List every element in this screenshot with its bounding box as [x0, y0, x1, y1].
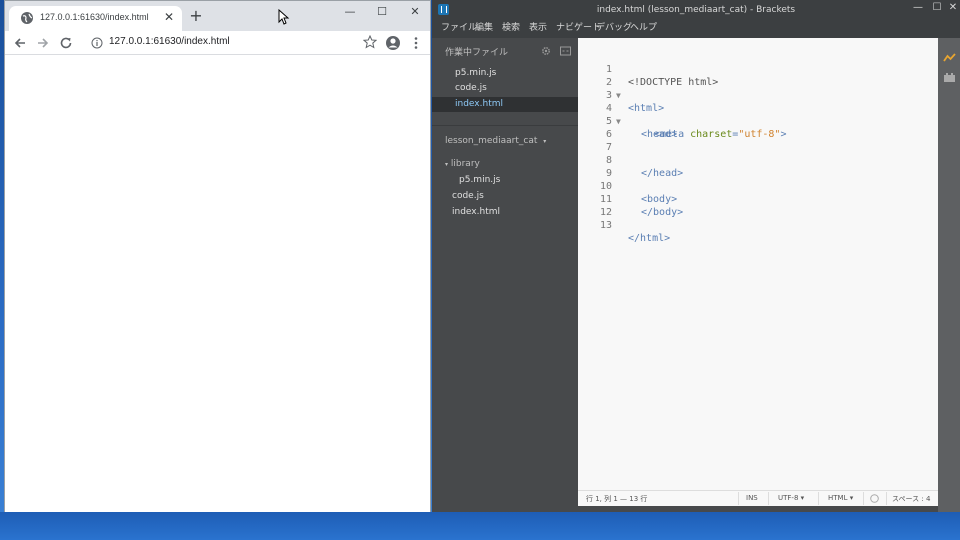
working-file-item[interactable]: p5.min.js	[432, 66, 578, 81]
tree-file-item[interactable]: index.html	[452, 207, 500, 217]
code-line: 4 ▼ <head>	[578, 89, 938, 140]
url-text: 127.0.0.1:61630/index.html	[109, 36, 230, 47]
folder-label: library	[450, 159, 480, 169]
maximize-button[interactable]: ☐	[367, 3, 397, 21]
tree-file-item[interactable]: code.js	[452, 191, 484, 201]
code-line: 1 <!DOCTYPE html>	[578, 50, 938, 88]
browser-page-content[interactable]	[5, 56, 430, 512]
working-file-item-active[interactable]: index.html	[432, 97, 578, 112]
info-icon[interactable]	[91, 37, 103, 49]
status-divider	[863, 492, 864, 505]
sidebar-divider	[432, 125, 578, 126]
browser-toolbar: 127.0.0.1:61630/index.html	[5, 31, 430, 55]
back-arrow-icon[interactable]	[12, 35, 28, 51]
status-divider	[738, 492, 739, 505]
split-view-icon[interactable]	[560, 46, 571, 56]
browser-window: 127.0.0.1:61630/index.html ✕ + — ☐ ✕ 127…	[4, 0, 431, 512]
language-label: HTML	[828, 494, 848, 502]
code-text: </html>	[628, 233, 671, 244]
minimize-button[interactable]: —	[335, 3, 365, 21]
menu-bar: ファイル 編集 検索 表示 ナビゲート デバッグ ヘルプ	[432, 19, 960, 35]
language-dropdown[interactable]: HTML ▾	[828, 494, 853, 502]
chevron-down-icon: ▾	[800, 494, 805, 502]
working-file-item[interactable]: code.js	[432, 81, 578, 96]
status-divider	[886, 492, 887, 505]
chevron-down-icon: ▾	[445, 161, 449, 168]
reload-icon[interactable]	[58, 35, 74, 51]
code-line: 3	[578, 76, 938, 101]
menu-find[interactable]: 検索	[502, 20, 520, 33]
tree-folder-library[interactable]: ▾ library	[445, 159, 480, 169]
extension-manager-icon[interactable]	[943, 72, 956, 83]
minimize-button[interactable]: —	[909, 1, 927, 15]
address-bar[interactable]: 127.0.0.1:61630/index.html	[85, 33, 385, 53]
status-divider	[768, 492, 769, 505]
indent-setting[interactable]: スペース : 4	[892, 494, 930, 504]
new-tab-button[interactable]: +	[188, 8, 204, 24]
menu-edit[interactable]: 編集	[475, 20, 493, 33]
close-tab-icon[interactable]: ✕	[162, 10, 176, 24]
more-menu-icon[interactable]	[408, 35, 424, 51]
forward-arrow-icon[interactable]	[35, 35, 51, 51]
close-window-button[interactable]: ✕	[944, 1, 960, 15]
chevron-down-icon: ▾	[543, 138, 547, 145]
editor-bottom-border	[578, 506, 938, 512]
window-title: index.html (lesson_mediaart_cat) - Brack…	[596, 5, 796, 15]
mouse-cursor-icon	[278, 9, 290, 25]
linter-status-icon[interactable]	[870, 494, 879, 503]
browser-tab[interactable]: 127.0.0.1:61630/index.html ✕	[9, 6, 182, 31]
code-line: 8 </head>	[578, 141, 938, 179]
taskbar	[0, 512, 960, 540]
cursor-position[interactable]: 行 1, 列 1 — 13 行	[586, 494, 647, 504]
gear-icon[interactable]	[541, 46, 551, 56]
project-name: lesson_mediaart_cat	[445, 136, 538, 146]
status-bar: 行 1, 列 1 — 13 行 INS UTF-8 ▾ HTML ▾ スペース …	[578, 490, 938, 506]
code-editor[interactable]: 1 <!DOCTYPE html> 2 ▼ <html> 3 4 ▼ <head…	[578, 38, 938, 490]
profile-avatar-icon[interactable]	[385, 35, 401, 51]
menu-file[interactable]: ファイル	[441, 20, 477, 33]
code-line: 9	[578, 154, 938, 179]
tab-title: 127.0.0.1:61630/index.html	[40, 12, 149, 22]
insert-mode[interactable]: INS	[746, 494, 758, 502]
globe-icon	[21, 12, 33, 24]
line-number: 13	[599, 220, 612, 231]
working-files-header: 作業中ファイル	[445, 48, 509, 58]
browser-tab-strip: 127.0.0.1:61630/index.html ✕ + — ☐ ✕	[5, 1, 430, 31]
encoding-label: UTF-8	[778, 494, 799, 502]
chevron-down-icon: ▾	[849, 494, 854, 502]
file-sidebar: 作業中ファイル p5.min.js code.js index.html les…	[432, 38, 578, 512]
code-line: 7	[578, 128, 938, 153]
code-line: 13 </html>	[578, 206, 938, 244]
code-line: 10 <body>	[578, 167, 938, 205]
brackets-window: index.html (lesson_mediaart_cat) - Brack…	[432, 0, 960, 512]
bookmark-star-icon[interactable]	[363, 35, 377, 49]
project-dropdown[interactable]: lesson_mediaart_cat ▾	[445, 136, 546, 146]
encoding-dropdown[interactable]: UTF-8 ▾	[778, 494, 804, 502]
brackets-titlebar: index.html (lesson_mediaart_cat) - Brack…	[432, 0, 960, 20]
status-divider	[818, 492, 819, 505]
right-toolbar	[938, 38, 960, 512]
close-window-button[interactable]: ✕	[400, 3, 430, 21]
menu-debug[interactable]: デバッグ	[596, 20, 632, 33]
code-line: 12	[578, 193, 938, 218]
code-line: 2 ▼ <html>	[578, 63, 938, 114]
tree-file-item[interactable]: p5.min.js	[459, 175, 500, 185]
menu-help[interactable]: ヘルプ	[630, 20, 657, 33]
menu-view[interactable]: 表示	[529, 20, 547, 33]
menu-navigate[interactable]: ナビゲート	[556, 20, 601, 33]
code-line: 11 </body>	[578, 180, 938, 218]
live-preview-icon[interactable]	[943, 52, 956, 63]
code-line: 6	[578, 115, 938, 140]
code-line: 5 <meta charset="utf-8">	[578, 102, 938, 140]
